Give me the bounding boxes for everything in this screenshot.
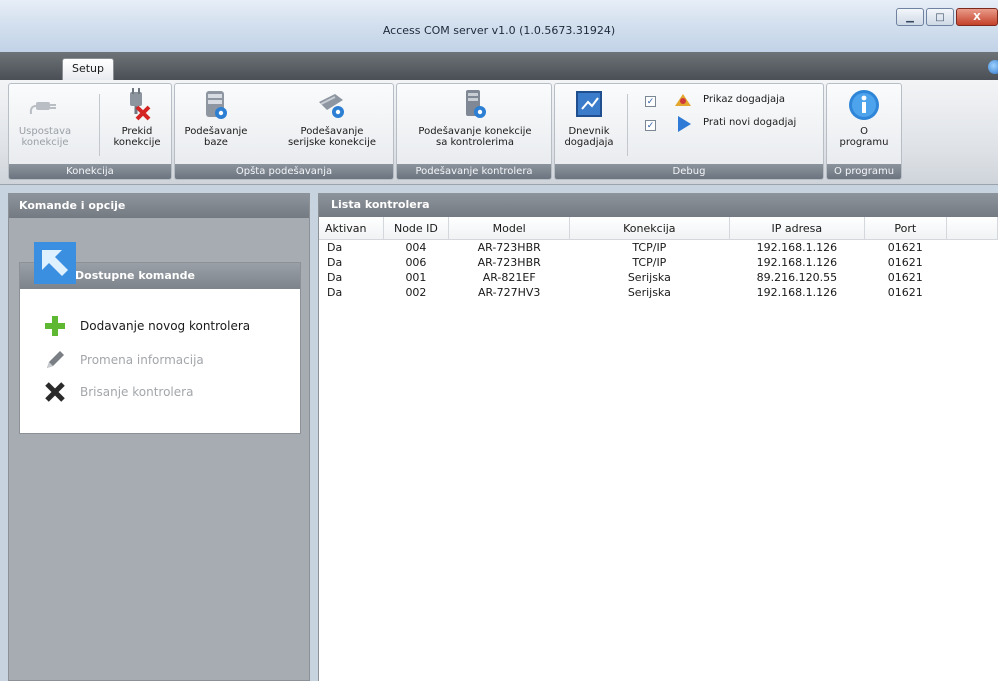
serial-cable-icon — [319, 94, 344, 118]
title-bar: Access COM server v1.0 (1.0.5673.31924) … — [0, 0, 998, 52]
commands-panel: Komande i opcije Dostupne komande Dodava… — [8, 193, 310, 681]
events-icon — [675, 94, 691, 106]
prikaz-dogadjaja-label: Prikaz dogadjaja — [703, 94, 786, 105]
podesavanje-konekcije-sa-kontrolerima-button[interactable]: Podešavanje konekcije sa kontrolerima — [405, 88, 545, 148]
pencil-icon — [42, 347, 68, 373]
prikaz-dogadjaja-checkbox[interactable]: ✓ — [645, 96, 656, 107]
table-row[interactable]: Da 002 AR-727HV3 Serijska 192.168.1.126 … — [319, 285, 998, 300]
unplug-icon — [130, 88, 151, 121]
table-header-row: Aktivan Node ID Model Konekcija IP adres… — [319, 217, 998, 240]
log-icon — [576, 91, 602, 117]
column-node-id[interactable]: Node ID — [383, 217, 450, 240]
commands-panel-header: Komande i opcije — [9, 194, 309, 218]
ribbon-group-podesavanje-kontrolera: Podešavanje konekcije sa kontrolerima Po… — [396, 83, 552, 180]
edit-info-command[interactable]: Promena informacija — [42, 347, 204, 373]
window-title: Access COM server v1.0 (1.0.5673.31924) — [382, 24, 616, 37]
ribbon-group-opsta-podesavanja: Podešavanje baze Podešavanje serijske ko… — [174, 83, 394, 180]
o-programu-button[interactable]: O programu — [833, 88, 895, 148]
available-commands-box: Dostupne komande Dodavanje novog kontrol… — [19, 262, 301, 434]
delete-controller-command[interactable]: Brisanje kontrolera — [42, 379, 193, 405]
separator — [99, 94, 100, 156]
group-label-opsta-podesavanja: Opšta podešavanja — [175, 164, 393, 179]
podesavanje-serijske-konekcije-button[interactable]: Podešavanje serijske konekcije — [275, 88, 389, 148]
ribbon: Uspostava konekcije Prekid konekcije Kon… — [0, 80, 998, 185]
column-model[interactable]: Model — [448, 217, 570, 240]
group-label-debug: Debug — [555, 164, 823, 179]
play-icon — [678, 116, 691, 132]
tab-setup[interactable]: Setup — [62, 58, 114, 80]
column-konekcija[interactable]: Konekcija — [569, 217, 730, 240]
uspostava-konekcije-button[interactable]: Uspostava konekcije — [15, 88, 75, 148]
window-controls: ▁ □ X — [896, 8, 998, 26]
table-row[interactable]: Da 006 AR-723HBR TCP/IP 192.168.1.126 01… — [319, 255, 998, 270]
column-port[interactable]: Port — [864, 217, 947, 240]
close-button[interactable]: X — [956, 8, 998, 26]
controller-list-panel: Lista kontrolera Aktivan Node ID Model K… — [318, 193, 998, 681]
arrow-up-left-icon — [34, 242, 76, 284]
table-row[interactable]: Da 004 AR-723HBR TCP/IP 192.168.1.126 01… — [319, 240, 998, 256]
column-aktivan[interactable]: Aktivan — [319, 217, 384, 240]
prati-novi-dogadjaj-checkbox[interactable]: ✓ — [645, 120, 656, 131]
prati-novi-dogadjaj-label: Prati novi dogadjaj — [703, 117, 797, 128]
table-row[interactable]: Da 001 AR-821EF Serijska 89.216.120.55 0… — [319, 270, 998, 285]
plus-icon — [42, 313, 68, 339]
ribbon-group-debug: Dnevnik dogadjaja ✓ Prikaz dogadjaja ✓ P… — [554, 83, 824, 180]
prekid-konekcije-button[interactable]: Prekid konekcije — [107, 88, 167, 148]
ribbon-tab-bar: Setup — [0, 52, 998, 80]
group-label-konekcija: Konekcija — [9, 164, 171, 179]
group-label-o-programu: O programu — [827, 164, 901, 179]
add-controller-command[interactable]: Dodavanje novog kontrolera — [42, 313, 250, 339]
group-label-podesavanje-kontrolera: Podešavanje kontrolera — [397, 164, 551, 179]
podesavanje-baze-button[interactable]: Podešavanje baze — [181, 88, 251, 148]
separator — [627, 94, 628, 156]
controller-list-header: Lista kontrolera — [319, 193, 998, 217]
ribbon-group-konekcija: Uspostava konekcije Prekid konekcije Kon… — [8, 83, 172, 180]
column-filler — [946, 217, 998, 240]
maximize-button[interactable]: □ — [926, 8, 954, 26]
minimize-button[interactable]: ▁ — [896, 8, 924, 26]
controller-table: Aktivan Node ID Model Konekcija IP adres… — [319, 217, 998, 300]
ribbon-group-o-programu: O programu O programu — [826, 83, 902, 180]
delete-x-icon — [42, 379, 68, 405]
info-icon — [849, 90, 879, 120]
dnevnik-dogadjaja-button[interactable]: Dnevnik dogadjaja — [559, 88, 619, 148]
column-ip-adresa[interactable]: IP adresa — [729, 217, 865, 240]
help-icon[interactable] — [988, 60, 998, 74]
controller-settings-icon — [466, 90, 486, 118]
database-icon — [206, 91, 227, 119]
plug-icon — [29, 102, 56, 115]
